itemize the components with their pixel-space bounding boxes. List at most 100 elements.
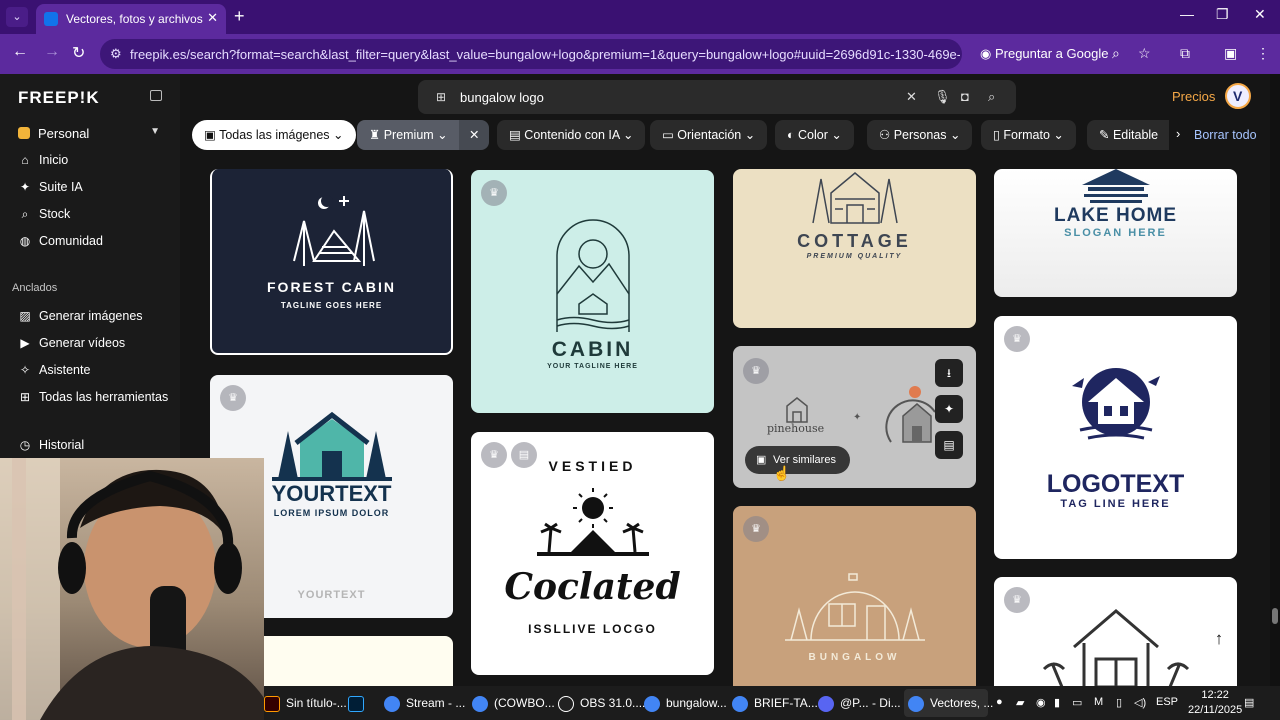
taskbar-app-brief[interactable]: BRIEF-TA... — [732, 689, 818, 717]
sidebar-item-stock[interactable]: ⌕ Stock — [18, 204, 178, 226]
close-window-icon[interactable]: ✕ — [1254, 6, 1266, 23]
sidebar-toggle-icon[interactable] — [150, 90, 162, 101]
filter-label: Premium — [383, 128, 434, 142]
result-card-lake-home[interactable]: LAKE HOME SLOGAN HERE — [994, 169, 1237, 297]
reload-icon[interactable]: ↻ — [72, 43, 85, 63]
page-scrollbar[interactable] — [1270, 74, 1280, 686]
pencil-icon: ✎ — [1099, 128, 1113, 142]
address-bar[interactable]: ⚙ freepik.es/search?format=search&last_f… — [100, 39, 962, 69]
filter-label: Formato — [1003, 128, 1050, 142]
menu-icon[interactable]: ⋮ — [1256, 45, 1270, 62]
sidebar-item-generar-videos[interactable]: ▶ Generar vídeos — [18, 333, 178, 355]
chevron-down-icon: ⌄ — [741, 128, 756, 142]
site-settings-icon[interactable]: ⚙ — [110, 46, 122, 62]
tray-volume-icon[interactable]: ◁) — [1134, 696, 1146, 709]
close-tab-icon[interactable]: ✕ — [207, 10, 218, 26]
scroll-to-top-button[interactable]: ↑ — [1202, 622, 1236, 656]
bookmark-star-icon[interactable]: ☆ — [1138, 45, 1151, 62]
remove-premium-filter-icon[interactable]: ✕ — [459, 120, 490, 150]
sidebar-item-comunidad[interactable]: ◍ Comunidad — [18, 231, 178, 253]
taskbar-app-illustrator[interactable]: Sin título-... — [264, 689, 350, 717]
tray-mic-icon[interactable]: ▮ — [1054, 696, 1060, 709]
result-card-cottage[interactable]: COTTAGE PREMIUM QUALITY — [733, 169, 976, 328]
tray-battery-icon[interactable]: ▯ — [1116, 696, 1122, 709]
see-similar-button[interactable]: ▣ Ver similares — [745, 446, 850, 474]
taskbar-app-photoshop[interactable] — [348, 689, 372, 717]
tray-app-icon[interactable]: ● — [996, 696, 1003, 708]
tray-meet-icon[interactable]: M — [1094, 696, 1103, 708]
result-card-bungalow[interactable]: ♛ BUNGALOW — [733, 506, 976, 686]
chevron-down-icon: ⌄ — [329, 128, 344, 142]
browser-tab-active[interactable]: Vectores, fotos y archivos PSD g ✕ — [36, 4, 226, 34]
notifications-icon[interactable]: ▤ — [1244, 696, 1254, 709]
freepik-logo[interactable]: FREEP!K — [18, 88, 100, 108]
filter-ai-content[interactable]: ▤ Contenido con IA ⌄ — [497, 120, 646, 150]
new-tab-icon[interactable]: + — [234, 6, 245, 27]
save-to-collection-icon[interactable]: ▤ — [935, 431, 963, 459]
ai-edit-icon[interactable]: ✦ — [935, 395, 963, 423]
filter-premium[interactable]: ♜ Premium ⌄ — [357, 120, 460, 150]
result-card-pinehouse[interactable]: ♛ pinehouse ✦ ⭳ ✦ ▤ ▣ Ver similares ☝ — [733, 346, 976, 488]
search-icon[interactable]: ⌕ — [988, 89, 995, 105]
divider-sparkle-icon: ✦ — [853, 412, 862, 423]
scroll-filters-right-icon[interactable]: › — [1176, 126, 1180, 141]
taskbar-clock[interactable]: 12:22 22/11/2025 — [1188, 688, 1242, 718]
voice-search-icon[interactable]: 🎙 — [934, 89, 951, 105]
taskbar-app-cowbo[interactable]: (COWBO... — [472, 689, 556, 717]
extensions-icon[interactable]: ⧉ — [1180, 45, 1190, 62]
taskbar-app-obs[interactable]: OBS 31.0.... — [558, 689, 645, 717]
forward-icon[interactable]: → — [44, 43, 60, 61]
taskbar-app-stream[interactable]: Stream - ... — [384, 689, 468, 717]
maximize-window-icon[interactable]: ❐ — [1216, 6, 1229, 23]
filter-format[interactable]: ▯ Formato ⌄ — [981, 120, 1076, 150]
bungalow-line-illustration — [1042, 609, 1190, 686]
search-input[interactable]: bungalow logo — [460, 90, 544, 105]
taskbar-app-discord[interactable]: @P... - Di... — [818, 689, 904, 717]
filter-people[interactable]: ⚇ Personas ⌄ — [867, 120, 973, 150]
account-switcher[interactable]: Personal ▼ — [10, 123, 168, 145]
tab-list-icon[interactable]: ⌄ — [6, 7, 28, 27]
sidebar-item-suite-ia[interactable]: ✦ Suite IA — [18, 177, 178, 199]
user-avatar[interactable] — [1225, 83, 1251, 109]
profile-icon[interactable]: ▣ — [1224, 45, 1237, 62]
sidebar-item-historial[interactable]: ◷ Historial — [18, 435, 178, 457]
ask-google-button[interactable]: ◉ Preguntar a Google — [972, 39, 1116, 69]
input-language[interactable]: ESP — [1156, 696, 1178, 708]
tray-obs-icon[interactable]: ◉ — [1036, 696, 1046, 709]
result-card-bungalow-line[interactable]: ♛ — [994, 577, 1237, 686]
clear-search-icon[interactable]: ✕ — [906, 89, 917, 105]
filter-orientation[interactable]: ▭ Orientación ⌄ — [650, 120, 768, 150]
tray-display-icon[interactable]: ▭ — [1072, 696, 1082, 709]
result-card-coclated[interactable]: ♛ ▤ VESTIED Coclated ISSLLIVE LOCGO — [471, 432, 714, 675]
minimize-window-icon[interactable]: — — [1180, 6, 1194, 22]
result-card-forest-cabin[interactable]: FOREST CABIN TAGLINE GOES HERE — [210, 169, 453, 355]
download-icon[interactable]: ⭳ — [935, 359, 963, 387]
scrollbar-thumb[interactable] — [1272, 608, 1278, 624]
sidebar-item-asistente[interactable]: ✧ Asistente — [18, 360, 178, 382]
crown-icon: ♜ — [369, 128, 384, 142]
sidebar-item-label: Todas las herramientas — [39, 390, 169, 404]
sidebar-item-inicio[interactable]: ⌂ Inicio — [18, 150, 178, 172]
card-title: CABIN — [551, 338, 634, 361]
clear-all-filters[interactable]: Borrar todo — [1194, 128, 1257, 142]
image-search-icon[interactable]: ◘ — [961, 89, 969, 104]
result-card-cabin[interactable]: ♛ CABIN YOUR TAGLINE HERE — [471, 170, 714, 413]
sidebar-item-todas-herramientas[interactable]: ⊞ Todas las herramientas — [18, 387, 178, 409]
card-subtitle: SLOGAN HERE — [1064, 227, 1167, 239]
card-title: LAKE HOME — [1054, 205, 1177, 226]
taskbar-app-vectores[interactable]: Vectores, ... — [904, 689, 993, 717]
pricing-link[interactable]: Precios — [1172, 89, 1215, 104]
back-icon[interactable]: ← — [12, 43, 28, 61]
taskbar-app-bungalow[interactable]: bungalow... — [644, 689, 730, 717]
sidebar-item-generar-imagenes[interactable]: ▨ Generar imágenes — [18, 306, 178, 328]
globe-icon: ◍ — [19, 234, 31, 248]
filter-editable[interactable]: ✎ Editable — [1087, 120, 1169, 150]
filter-all-images[interactable]: ▣ Todas las imágenes ⌄ — [192, 120, 356, 150]
search-type-icon[interactable]: ⊞ — [436, 90, 446, 104]
tray-nvidia-icon[interactable]: ▰ — [1016, 696, 1024, 709]
filter-color[interactable]: ◐ Color ⌄ — [775, 120, 854, 150]
zoom-icon[interactable]: ⌕ — [1112, 45, 1120, 62]
result-card-logotext[interactable]: ♛ LOGOTEXT TAG LINE HERE — [994, 316, 1237, 559]
search-bar[interactable]: ⊞ bungalow logo ✕ 🎙 ◘ ⌕ — [418, 80, 1016, 114]
premium-crown-icon: ♛ — [743, 358, 769, 384]
